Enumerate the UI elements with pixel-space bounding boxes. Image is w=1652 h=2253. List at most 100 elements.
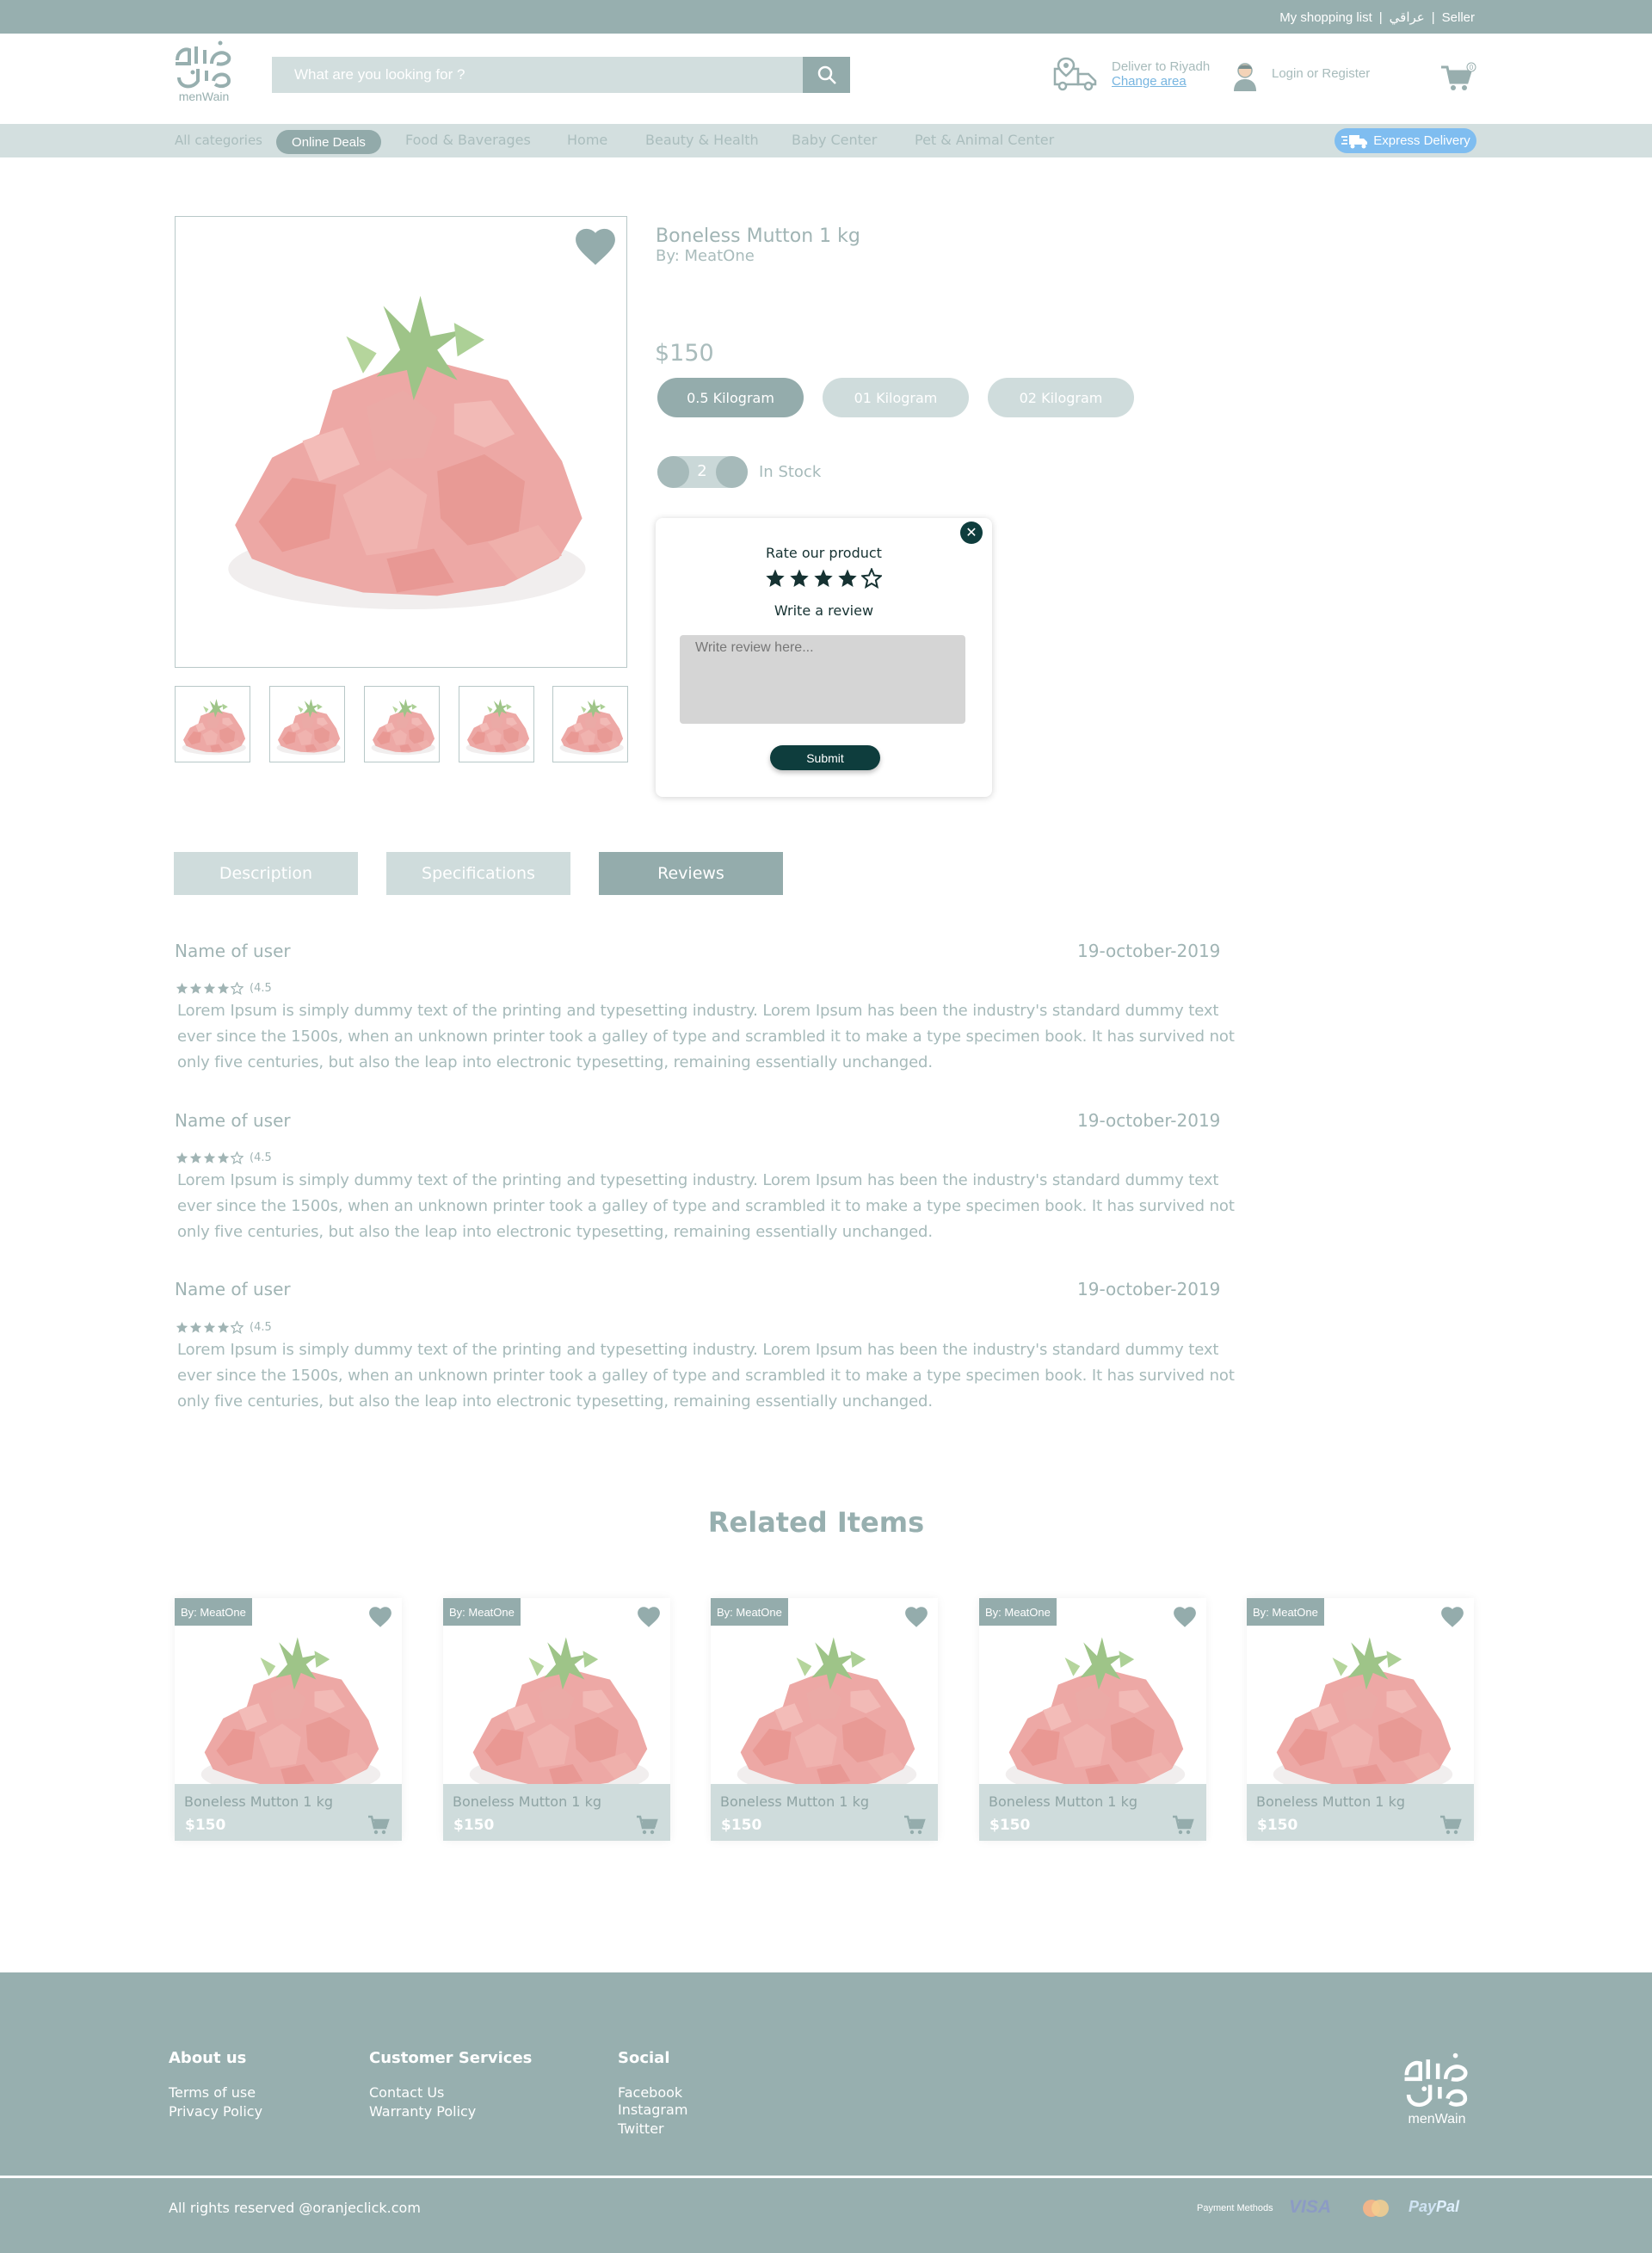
search-input[interactable] bbox=[272, 57, 803, 93]
related-item-footer: Boneless Mutton 1 kg $150 bbox=[711, 1784, 938, 1841]
review-text: Lorem Ipsum is simply dummy text of the … bbox=[177, 1171, 1235, 1241]
search-button[interactable] bbox=[803, 57, 850, 93]
nav-all-categories[interactable]: All categories bbox=[175, 133, 262, 148]
my-shopping-list-link[interactable]: My shopping list bbox=[1279, 10, 1372, 25]
copyright-text: All rights reserved @oranjeclick.com bbox=[169, 2200, 421, 2216]
add-to-cart-icon[interactable] bbox=[1439, 1815, 1462, 1836]
star-filled-icon[interactable] bbox=[837, 568, 858, 589]
wishlist-heart-icon[interactable] bbox=[903, 1605, 929, 1628]
size-option-1kg[interactable]: 01 Kilogram bbox=[823, 378, 969, 417]
cart-count: 0 bbox=[1470, 64, 1474, 71]
express-truck-icon bbox=[1341, 134, 1368, 148]
review-date: 19-october-2019 bbox=[1077, 1279, 1221, 1299]
nav-beauty-health[interactable]: Beauty & Health bbox=[645, 132, 759, 148]
star-filled-icon[interactable] bbox=[789, 568, 810, 589]
star-filled-icon bbox=[176, 1321, 188, 1334]
tab-specifications[interactable]: Specifications bbox=[386, 852, 570, 895]
size-option-2kg[interactable]: 02 Kilogram bbox=[988, 378, 1134, 417]
quantity-value[interactable]: 2 bbox=[688, 462, 716, 480]
star-filled-icon bbox=[217, 1151, 230, 1164]
star-filled-icon[interactable] bbox=[813, 568, 834, 589]
footer-warranty-link[interactable]: Warranty Policy bbox=[369, 2103, 476, 2120]
review-text: Lorem Ipsum is simply dummy text of the … bbox=[177, 1002, 1235, 1071]
footer-terms-link[interactable]: Terms of use bbox=[169, 2084, 256, 2101]
logo[interactable]: menWain bbox=[172, 40, 236, 105]
related-item-card[interactable]: By: MeatOne Boneless Mutton 1 kg $150 bbox=[979, 1598, 1206, 1841]
review-user-name: Name of user bbox=[175, 1110, 291, 1131]
review-textarea[interactable] bbox=[680, 635, 965, 724]
delivery-truck-icon[interactable] bbox=[1052, 57, 1099, 91]
separator: | bbox=[1431, 9, 1435, 25]
product-brand: By: MeatOne bbox=[656, 247, 755, 265]
quantity-decrease-button[interactable] bbox=[657, 456, 689, 488]
add-to-cart-icon[interactable] bbox=[636, 1815, 658, 1836]
star-filled-icon[interactable] bbox=[765, 568, 786, 589]
add-to-cart-icon[interactable] bbox=[1172, 1815, 1194, 1836]
related-item-name: Boneless Mutton 1 kg bbox=[1256, 1793, 1405, 1810]
language-link[interactable]: عراقي bbox=[1390, 9, 1425, 25]
logo-mark-icon bbox=[176, 40, 231, 89]
star-empty-icon[interactable] bbox=[861, 568, 882, 589]
footer-twitter-link[interactable]: Twitter bbox=[618, 2120, 664, 2137]
footer-logo-text: menWain bbox=[1408, 2112, 1466, 2126]
paypal-pal-text: Pal bbox=[1436, 2198, 1460, 2215]
product-thumbnail[interactable] bbox=[269, 686, 345, 762]
quantity-increase-button[interactable] bbox=[716, 456, 748, 488]
tab-reviews[interactable]: Reviews bbox=[599, 852, 783, 895]
nav-online-deals[interactable]: Online Deals bbox=[276, 130, 381, 154]
related-item-price: $150 bbox=[989, 1817, 1031, 1834]
add-to-cart-icon[interactable] bbox=[367, 1815, 390, 1836]
express-delivery-button[interactable]: Express Delivery bbox=[1335, 128, 1476, 153]
star-filled-icon bbox=[203, 982, 216, 995]
nav-home[interactable]: Home bbox=[567, 132, 607, 148]
product-thumbnail[interactable] bbox=[552, 686, 628, 762]
footer-logo[interactable]: menWain bbox=[1401, 2048, 1473, 2129]
size-option-0-5kg[interactable]: 0.5 Kilogram bbox=[657, 378, 804, 417]
footer-privacy-link[interactable]: Privacy Policy bbox=[169, 2103, 262, 2120]
related-item-card[interactable]: By: MeatOne Boneless Mutton 1 kg $150 bbox=[711, 1598, 938, 1841]
product-thumbnail[interactable] bbox=[459, 686, 534, 762]
related-item-card[interactable]: By: MeatOne Boneless Mutton 1 kg $150 bbox=[175, 1598, 402, 1841]
related-item-footer: Boneless Mutton 1 kg $150 bbox=[175, 1784, 402, 1841]
product-title: Boneless Mutton 1 kg bbox=[656, 225, 860, 247]
change-area-link[interactable]: Change area bbox=[1112, 74, 1210, 89]
stock-status: In Stock bbox=[759, 463, 822, 481]
tab-description[interactable]: Description bbox=[174, 852, 358, 895]
seller-link[interactable]: Seller bbox=[1442, 10, 1475, 25]
nav-food-baverages[interactable]: Food & Baverages bbox=[405, 132, 531, 148]
wishlist-heart-icon[interactable] bbox=[571, 225, 620, 267]
add-to-cart-icon[interactable] bbox=[903, 1815, 926, 1836]
nav-baby-center[interactable]: Baby Center bbox=[792, 132, 877, 148]
star-filled-icon bbox=[189, 982, 202, 995]
wishlist-heart-icon[interactable] bbox=[636, 1605, 662, 1628]
product-thumbnail[interactable] bbox=[175, 686, 250, 762]
deliver-to-label: Deliver to Riyadh bbox=[1112, 59, 1211, 74]
review-score: (4.5 bbox=[250, 1321, 272, 1334]
wishlist-heart-icon[interactable] bbox=[1439, 1605, 1465, 1628]
footer-facebook-link[interactable]: Facebook bbox=[618, 2084, 682, 2101]
related-item-card[interactable]: By: MeatOne Boneless Mutton 1 kg $150 bbox=[1247, 1598, 1474, 1841]
review-date: 19-october-2019 bbox=[1077, 941, 1221, 961]
close-icon[interactable]: ✕ bbox=[960, 522, 983, 544]
logo-text: menWain bbox=[178, 90, 230, 103]
wishlist-heart-icon[interactable] bbox=[367, 1605, 393, 1628]
related-item-price: $150 bbox=[185, 1817, 226, 1834]
product-thumbnail[interactable] bbox=[364, 686, 440, 762]
footer-instagram-link[interactable]: Instagram bbox=[618, 2102, 687, 2118]
user-avatar-icon[interactable] bbox=[1232, 62, 1258, 91]
nav-pet-animal-center[interactable]: Pet & Animal Center bbox=[915, 132, 1054, 148]
footer-divider bbox=[0, 2176, 1652, 2178]
cart-icon[interactable]: 0 bbox=[1440, 62, 1476, 93]
product-main-image[interactable] bbox=[175, 216, 627, 668]
related-item-card[interactable]: By: MeatOne Boneless Mutton 1 kg $150 bbox=[443, 1598, 670, 1841]
separator: | bbox=[1378, 9, 1383, 25]
submit-review-button[interactable]: Submit bbox=[770, 745, 880, 770]
mastercard-icon bbox=[1361, 2199, 1390, 2218]
footer-contact-link[interactable]: Contact Us bbox=[369, 2084, 444, 2101]
related-item-price: $150 bbox=[453, 1817, 495, 1834]
wishlist-heart-icon[interactable] bbox=[1172, 1605, 1198, 1628]
login-register-link[interactable]: Login or Register bbox=[1272, 66, 1370, 81]
review-user-name: Name of user bbox=[175, 1279, 291, 1299]
related-item-image bbox=[456, 1624, 659, 1805]
deliver-location: Deliver to Riyadh Change area bbox=[1112, 59, 1210, 89]
